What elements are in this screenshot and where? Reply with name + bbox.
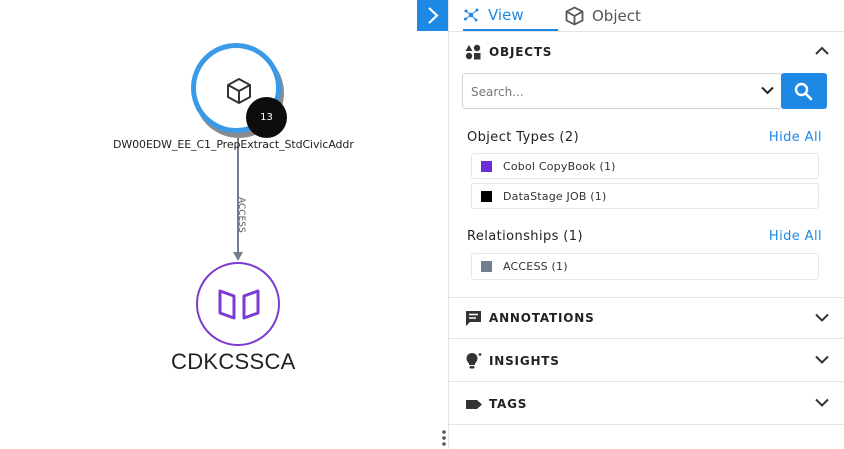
object-type-item[interactable]: Cobol CopyBook (1): [471, 153, 819, 179]
annotations-title: ANNOTATIONS: [489, 311, 595, 325]
chevron-down-icon[interactable]: [815, 355, 829, 364]
book-open-icon: [218, 289, 260, 320]
color-swatch: [481, 261, 492, 272]
object-types-hide-all-link[interactable]: Hide All: [769, 130, 822, 145]
tags-section-header[interactable]: TAGS: [449, 383, 844, 425]
chevron-right-icon: [428, 7, 439, 24]
tab-object-label: Object: [592, 6, 641, 25]
cube-icon: [227, 78, 251, 104]
search-icon: [794, 82, 813, 101]
resize-handle-icon[interactable]: [441, 429, 447, 447]
count-badge[interactable]: 13: [246, 97, 287, 138]
copybook-node-label: CDKCSSCA: [171, 349, 296, 374]
color-swatch: [481, 190, 492, 202]
insights-title: INSIGHTS: [489, 353, 560, 368]
tag-icon: [466, 400, 482, 409]
color-swatch: [481, 160, 492, 172]
relationships-title: Relationships (1): [467, 229, 583, 244]
object-type-item[interactable]: DataStage JOB (1): [471, 183, 819, 209]
lightbulb-icon: [466, 353, 482, 369]
insights-section-header[interactable]: INSIGHTS: [449, 340, 844, 382]
tab-object[interactable]: Object: [565, 0, 641, 31]
search-button[interactable]: [781, 73, 827, 109]
tab-view[interactable]: View: [463, 0, 558, 31]
collapse-panel-button[interactable]: [417, 0, 448, 31]
relationship-item[interactable]: ACCESS (1): [471, 253, 819, 280]
search-field[interactable]: [462, 73, 782, 109]
chevron-up-icon[interactable]: [815, 46, 829, 55]
graph-canvas[interactable]: ACCESS 13 DW00EDW_EE_C1_PrepExtract_StdC…: [0, 0, 448, 449]
object-type-label: Cobol CopyBook (1): [503, 159, 616, 173]
search-input[interactable]: [469, 81, 753, 103]
network-icon: [464, 8, 479, 21]
chevron-down-icon[interactable]: [815, 313, 829, 322]
relationships-hide-all-link[interactable]: Hide All: [769, 229, 822, 244]
tab-view-label: View: [488, 5, 524, 24]
panel-tabs: View Object: [449, 0, 844, 32]
copybook-node[interactable]: [196, 262, 280, 346]
side-panel: View Object OBJECTS Search... Object Typ…: [448, 0, 844, 449]
annotations-section-header[interactable]: ANNOTATIONS: [449, 297, 844, 339]
comment-icon: [466, 311, 481, 326]
objects-section-header[interactable]: OBJECTS: [449, 31, 844, 72]
job-node-label: DW00EDW_EE_C1_PrepExtract_StdCivicAddr: [113, 138, 354, 151]
objects-title: OBJECTS: [489, 44, 553, 59]
chevron-down-icon[interactable]: [815, 398, 829, 407]
shapes-icon: [465, 44, 481, 60]
tags-title: TAGS: [489, 396, 528, 411]
chevron-down-icon[interactable]: [761, 86, 774, 95]
edge-label: ACCESS: [236, 197, 246, 233]
relationship-label: ACCESS (1): [503, 260, 568, 273]
object-type-label: DataStage JOB (1): [503, 189, 607, 203]
object-types-title: Object Types (2): [467, 130, 580, 145]
cube-icon: [565, 6, 584, 25]
